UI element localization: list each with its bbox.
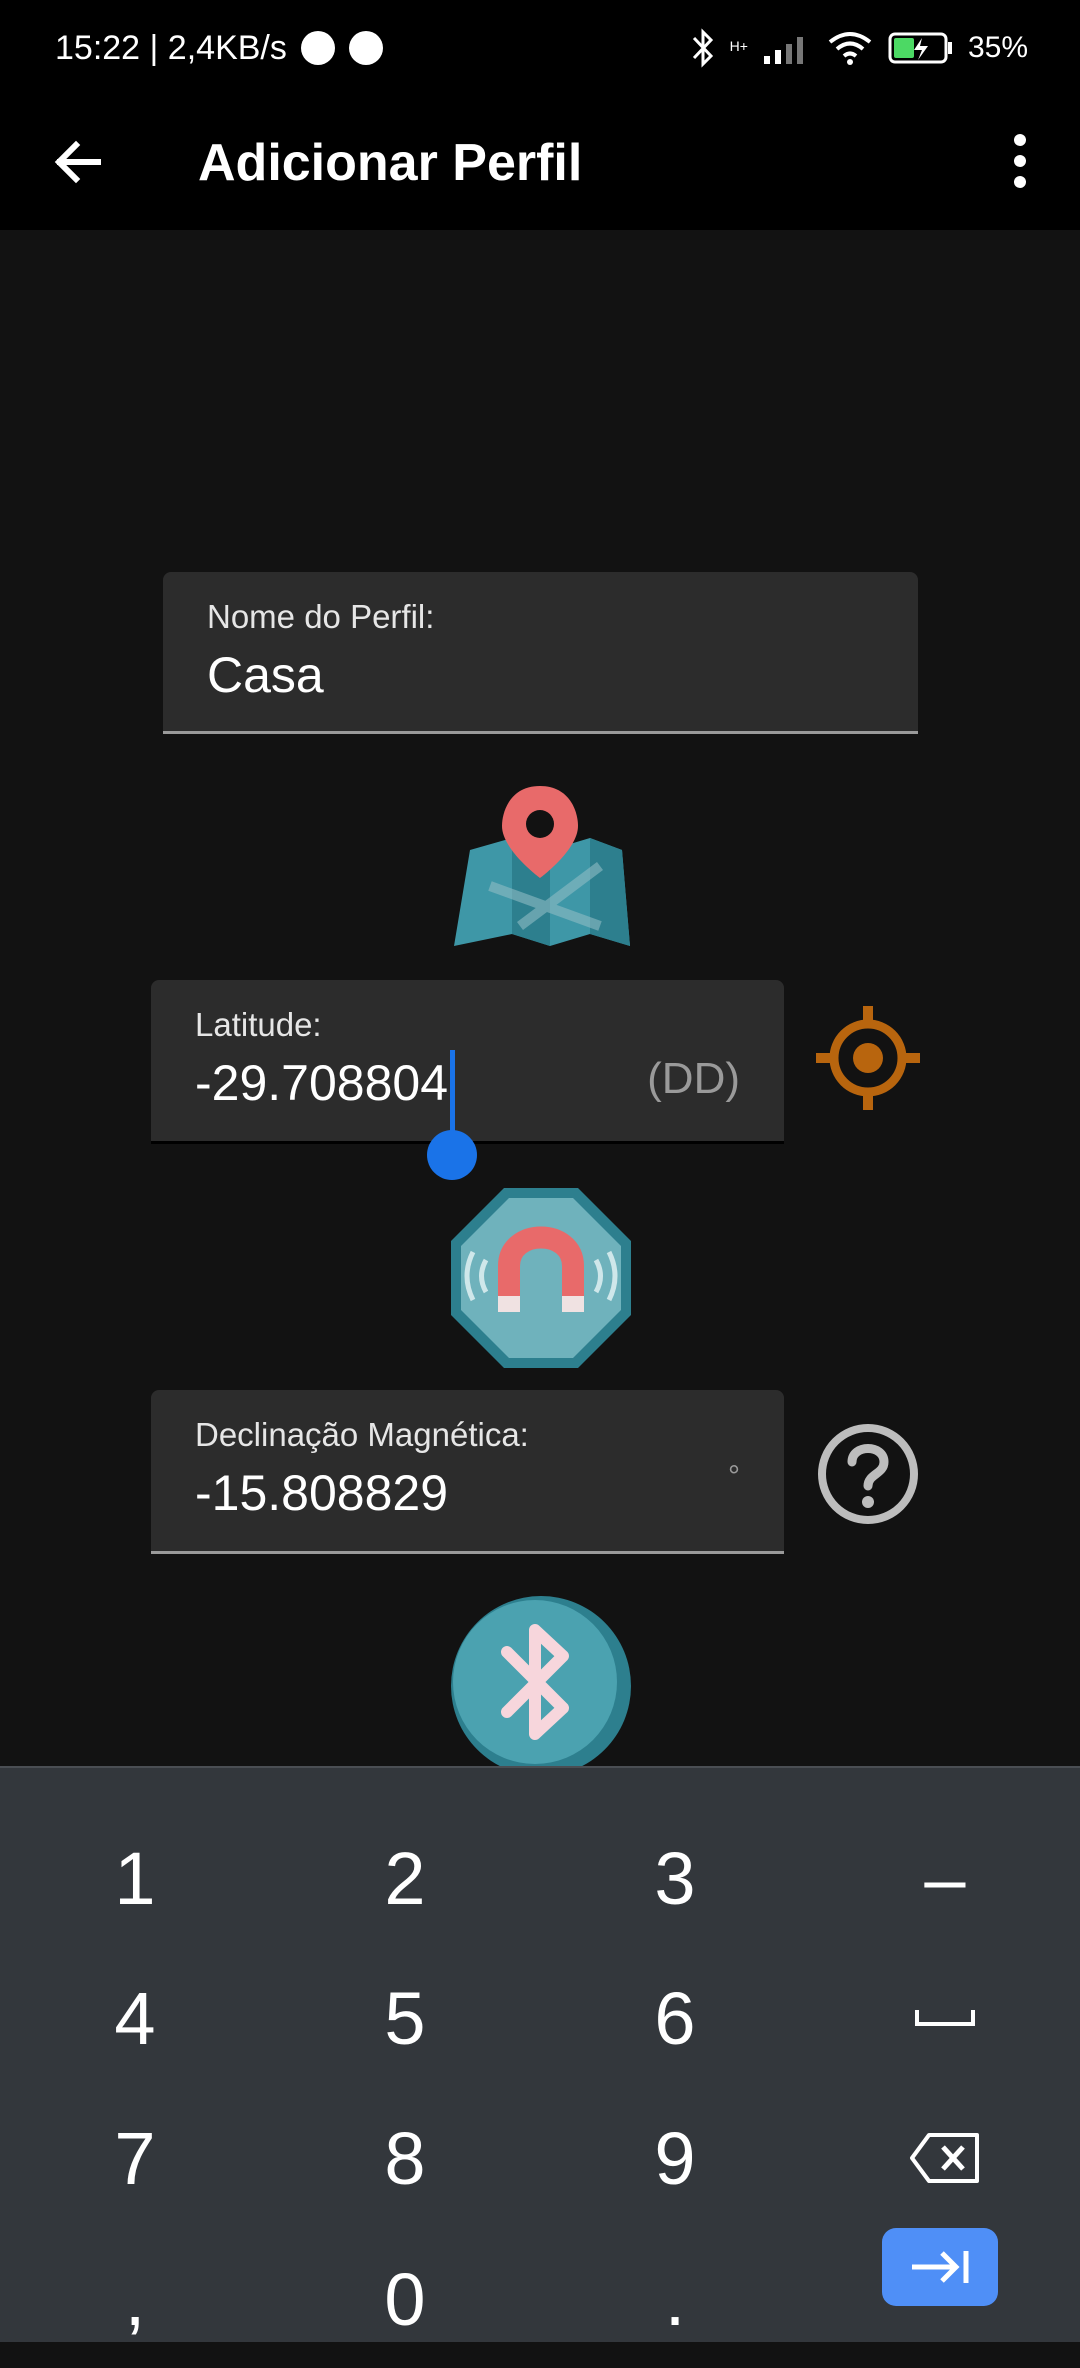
key-2[interactable]: 2 bbox=[270, 1809, 540, 1947]
crosshair-icon[interactable] bbox=[816, 1006, 920, 1110]
more-vertical-icon[interactable] bbox=[990, 126, 1050, 196]
tab-next-icon bbox=[912, 2251, 969, 2283]
text-cursor bbox=[450, 1050, 455, 1142]
key-backspace[interactable] bbox=[810, 2089, 1080, 2227]
key-8[interactable]: 8 bbox=[270, 2089, 540, 2227]
bluetooth-status-icon bbox=[692, 28, 713, 68]
latitude-field[interactable]: Latitude: -29.708804 (DD) bbox=[151, 980, 784, 1144]
latitude-value: -29.708804 bbox=[195, 1055, 449, 1111]
key-space[interactable] bbox=[810, 1949, 1080, 2087]
arrow-left-icon[interactable] bbox=[48, 132, 108, 192]
signal-icon bbox=[763, 37, 803, 64]
declination-unit: ° bbox=[728, 1460, 740, 1493]
next-key[interactable] bbox=[882, 2228, 998, 2306]
backspace-icon bbox=[910, 2133, 979, 2183]
profile-name-field[interactable]: Nome do Perfil: Casa bbox=[163, 572, 918, 734]
battery-percent: 35% bbox=[967, 31, 1028, 64]
latitude-label: Latitude: bbox=[195, 1006, 322, 1043]
space-icon bbox=[915, 2010, 975, 2026]
declination-label: Declinação Magnética: bbox=[195, 1416, 529, 1453]
cursor-handle[interactable] bbox=[427, 1130, 477, 1180]
profile-name-label: Nome do Perfil: bbox=[207, 598, 435, 635]
key-6[interactable]: 6 bbox=[540, 1949, 810, 2087]
map-pin-icon bbox=[454, 786, 630, 946]
notification-icon bbox=[300, 31, 335, 65]
notification-icon-2 bbox=[348, 31, 383, 65]
status-left: 15:22 | 2,4KB/s bbox=[55, 29, 383, 68]
key-comma[interactable]: , bbox=[0, 2230, 270, 2368]
key-7[interactable]: 7 bbox=[0, 2089, 270, 2227]
key-9[interactable]: 9 bbox=[540, 2089, 810, 2227]
declination-field[interactable]: Declinação Magnética: -15.808829 ° bbox=[151, 1390, 784, 1554]
network-type-label: H+ bbox=[729, 38, 748, 54]
declination-value: -15.808829 bbox=[195, 1465, 449, 1521]
app-bar: Adicionar Perfil bbox=[0, 96, 1080, 230]
help-circle-icon[interactable] bbox=[816, 1422, 920, 1526]
key-1[interactable]: 1 bbox=[0, 1809, 270, 1947]
battery-icon bbox=[888, 32, 952, 64]
key-0[interactable]: 0 bbox=[270, 2230, 540, 2368]
status-time-speed: 15:22 | 2,4KB/s bbox=[55, 28, 287, 67]
key-period[interactable]: . bbox=[540, 2230, 810, 2368]
status-bar: 15:22 | 2,4KB/s H+ 35% bbox=[0, 0, 1080, 96]
page-title: Adicionar Perfil bbox=[198, 134, 583, 192]
bluetooth-icon bbox=[451, 1596, 631, 1766]
latitude-unit: (DD) bbox=[647, 1054, 740, 1103]
key-minus[interactable]: – bbox=[810, 1809, 1080, 1947]
key-3[interactable]: 3 bbox=[540, 1809, 810, 1947]
wifi-icon bbox=[828, 32, 872, 65]
profile-name-value: Casa bbox=[207, 647, 324, 703]
magnet-icon bbox=[451, 1188, 631, 1368]
key-5[interactable]: 5 bbox=[270, 1949, 540, 2087]
status-right: H+ 35% bbox=[690, 28, 1028, 68]
key-4[interactable]: 4 bbox=[0, 1949, 270, 2087]
